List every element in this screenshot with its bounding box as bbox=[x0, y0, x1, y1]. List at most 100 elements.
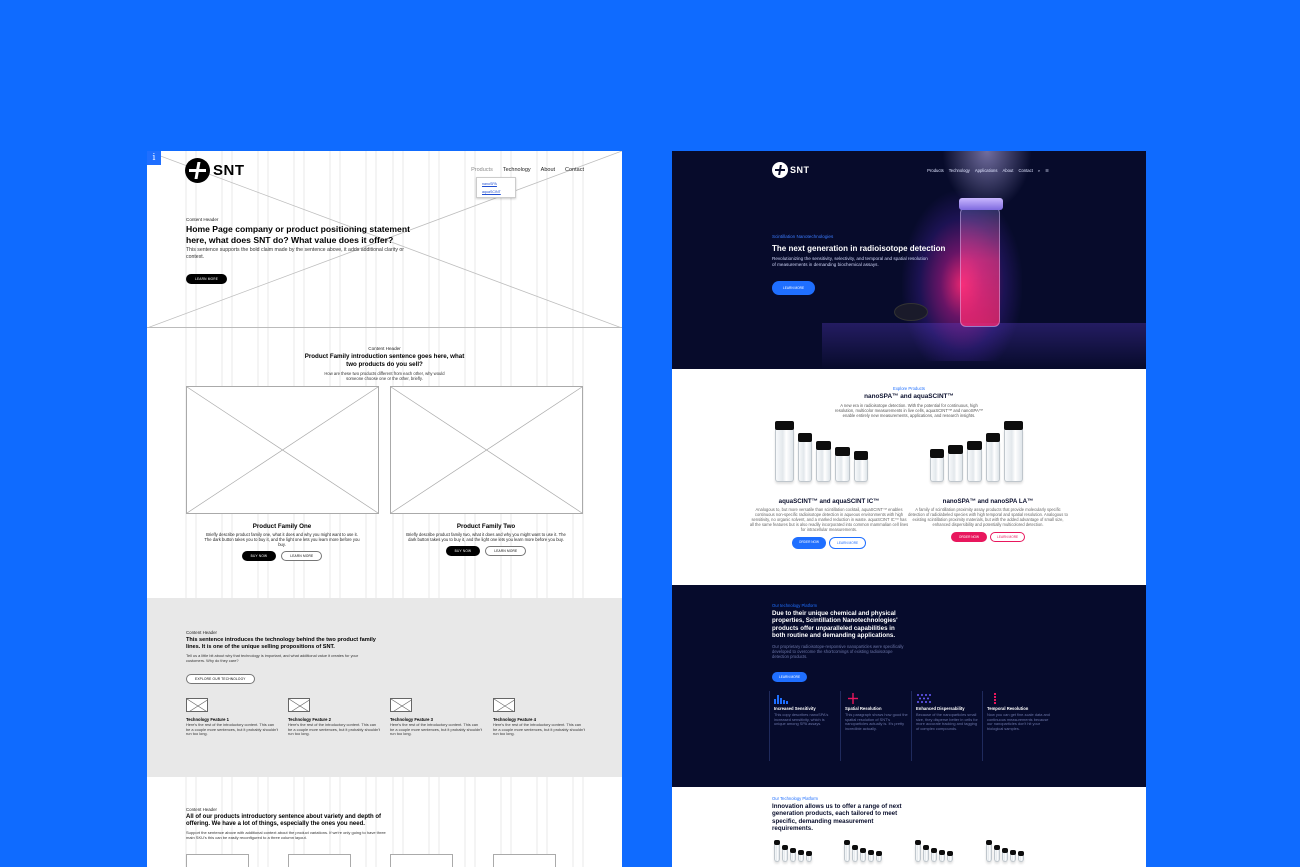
vial bbox=[923, 845, 929, 862]
technology-section: Content Header This sentence introduces … bbox=[147, 598, 622, 777]
product-intro: Content Header Product Family introducti… bbox=[147, 346, 622, 381]
learn-more-button[interactable]: LEARN MORE bbox=[281, 551, 323, 561]
nav-contact[interactable]: Contact bbox=[565, 167, 584, 173]
buy-now-button[interactable]: BUY NOW bbox=[241, 551, 277, 561]
sensitivity-bars-icon bbox=[774, 691, 790, 704]
family-body: Briefly describe product family two, wha… bbox=[406, 532, 566, 542]
image-placeholder-cross bbox=[391, 387, 582, 513]
tech-eyebrow: Content Header bbox=[186, 630, 217, 635]
hero-eyebrow: Scintillation Nanotechnologies bbox=[772, 234, 834, 239]
product-body: A family of scintillation proximity assa… bbox=[908, 507, 1068, 527]
vial bbox=[860, 848, 866, 862]
vial bbox=[930, 449, 944, 482]
design-artboard: SNT Products Technology Applications Abo… bbox=[672, 151, 1146, 867]
feature-body: Here's the rest of the introductory cont… bbox=[390, 722, 483, 737]
nav-contact[interactable]: Contact bbox=[1018, 168, 1032, 173]
vial bbox=[816, 441, 831, 482]
search-icon[interactable]: ⌕ bbox=[1038, 168, 1040, 173]
feature-image-icon bbox=[186, 698, 208, 712]
platform-title: Due to their unique chemical and physica… bbox=[772, 610, 898, 640]
canvas: i SNT Products Technology About Contact … bbox=[0, 0, 1300, 867]
wireframe-logo[interactable]: SNT bbox=[185, 158, 245, 183]
hero-body: This sentence supports the bold claim ma… bbox=[186, 247, 404, 260]
menu-icon[interactable]: ☰ bbox=[1045, 168, 1049, 173]
hero-learn-more-button[interactable]: LEARN MORE bbox=[772, 281, 816, 296]
vial bbox=[774, 840, 780, 862]
product-family-one-image bbox=[186, 386, 379, 514]
info-badge[interactable]: i bbox=[147, 151, 161, 165]
dropdown-item-aquascint[interactable]: aquaSCINT bbox=[482, 188, 510, 196]
timeline-icon bbox=[987, 691, 1003, 704]
hero-title: The next generation in radioisotope dete… bbox=[772, 244, 946, 253]
feature-title: Temporal Resolution bbox=[987, 706, 1029, 711]
learn-more-button[interactable]: LEARN MORE bbox=[829, 536, 867, 549]
order-now-button[interactable]: ORDER NOW bbox=[950, 531, 988, 542]
nav-about[interactable]: About bbox=[541, 167, 555, 173]
nav-technology[interactable]: Technology bbox=[503, 167, 531, 173]
tech-body: Tell us a little bit about why that tech… bbox=[186, 653, 359, 663]
technology-header: Content Header This sentence introduces … bbox=[186, 630, 376, 685]
feature-temporal-resolution: Temporal Resolution Now you can get fine… bbox=[982, 691, 1050, 761]
nav-about[interactable]: About bbox=[1002, 168, 1013, 173]
design-hero: SNT Products Technology Applications Abo… bbox=[672, 151, 1146, 369]
product-family-one: Product Family One Briefly describe prod… bbox=[202, 523, 362, 561]
family-title: Product Family Two bbox=[456, 523, 516, 530]
nav-products[interactable]: Products bbox=[927, 168, 944, 173]
all-products-body: Support the sentence above with addition… bbox=[186, 829, 386, 840]
vial bbox=[1010, 850, 1016, 862]
logo-text: SNT bbox=[213, 162, 245, 179]
all-products-section: Content Header All of our products intro… bbox=[186, 807, 386, 840]
range-eyebrow: Our Technology Platform bbox=[772, 796, 819, 801]
feature-body: This copy describes nanoSPA's increased … bbox=[774, 712, 829, 727]
feature-title: Spatial Resolution bbox=[845, 706, 882, 711]
sku-image-2 bbox=[288, 854, 351, 867]
learn-more-button[interactable]: LEARN MORE bbox=[485, 546, 527, 556]
explore-products: Explore Products nanoSPA™ and aquaSCINT™… bbox=[672, 386, 1146, 418]
nanospa-product: nanoSPA™ and nanoSPA LA™ A family of sci… bbox=[908, 498, 1068, 542]
logo-text: SNT bbox=[790, 165, 810, 175]
technology-feature-4: Technology Feature 4 Here's the rest of … bbox=[493, 698, 585, 737]
feature-image-icon bbox=[288, 698, 310, 712]
vial bbox=[798, 433, 812, 482]
vial bbox=[939, 850, 945, 862]
buy-now-button[interactable]: BUY NOW bbox=[445, 546, 481, 556]
design-logo[interactable]: SNT bbox=[772, 162, 810, 178]
technology-feature-1: Technology Feature 1 Here's the rest of … bbox=[186, 698, 278, 737]
feature-image-icon bbox=[390, 698, 412, 712]
sku-image-1 bbox=[186, 854, 249, 867]
feature-body: Here's the rest of the introductory cont… bbox=[493, 722, 586, 737]
wireframe-hero-text: Content Header Home Page company or prod… bbox=[186, 217, 416, 285]
product-title: nanoSPA™ and nanoSPA LA™ bbox=[942, 498, 1034, 505]
vial bbox=[790, 848, 796, 862]
range-vials-3 bbox=[915, 840, 953, 862]
vial bbox=[986, 433, 1000, 482]
hero-learn-more-button[interactable]: LEARN MORE bbox=[186, 274, 228, 284]
vial bbox=[868, 850, 874, 862]
feature-body: This paragraph shows how good the spatia… bbox=[845, 712, 908, 732]
feature-body: Now you can get fine-scale data and cont… bbox=[987, 712, 1050, 732]
product-family-two-image bbox=[390, 386, 583, 514]
all-products-eyebrow: Content Header bbox=[186, 807, 217, 812]
nav-applications[interactable]: Applications bbox=[975, 168, 998, 173]
order-now-button[interactable]: ORDER NOW bbox=[791, 536, 827, 549]
vial bbox=[947, 851, 953, 862]
technology-feature-2: Technology Feature 2 Here's the rest of … bbox=[288, 698, 380, 737]
nav-technology[interactable]: Technology bbox=[949, 168, 970, 173]
product-body: Analogous to, but more versatile than sc… bbox=[749, 507, 909, 532]
snt-logo-icon bbox=[185, 158, 210, 183]
intro-body: How are these two products different fro… bbox=[324, 371, 445, 382]
vial bbox=[854, 451, 868, 482]
platform-learn-more-button[interactable]: LEARN MORE bbox=[772, 671, 808, 682]
platform-header: Our technology Platform Due to their uni… bbox=[772, 603, 907, 683]
vial bbox=[852, 845, 858, 862]
dropdown-item-nanospa[interactable]: nanoSPA bbox=[482, 180, 510, 188]
vial bbox=[798, 850, 804, 862]
design-hero-text: Scintillation Nanotechnologies The next … bbox=[772, 234, 952, 296]
explore-technology-button[interactable]: EXPLORE OUR TECHNOLOGY bbox=[186, 674, 255, 685]
learn-more-button[interactable]: LEARN MORE bbox=[990, 531, 1026, 542]
sku-image-3 bbox=[390, 854, 453, 867]
range-title: Innovation allows us to offer a range of… bbox=[772, 803, 902, 833]
explore-eyebrow: Explore Products bbox=[893, 386, 925, 391]
hero-eyebrow: Content Header bbox=[186, 217, 219, 222]
nav-products[interactable]: Products bbox=[471, 167, 493, 173]
